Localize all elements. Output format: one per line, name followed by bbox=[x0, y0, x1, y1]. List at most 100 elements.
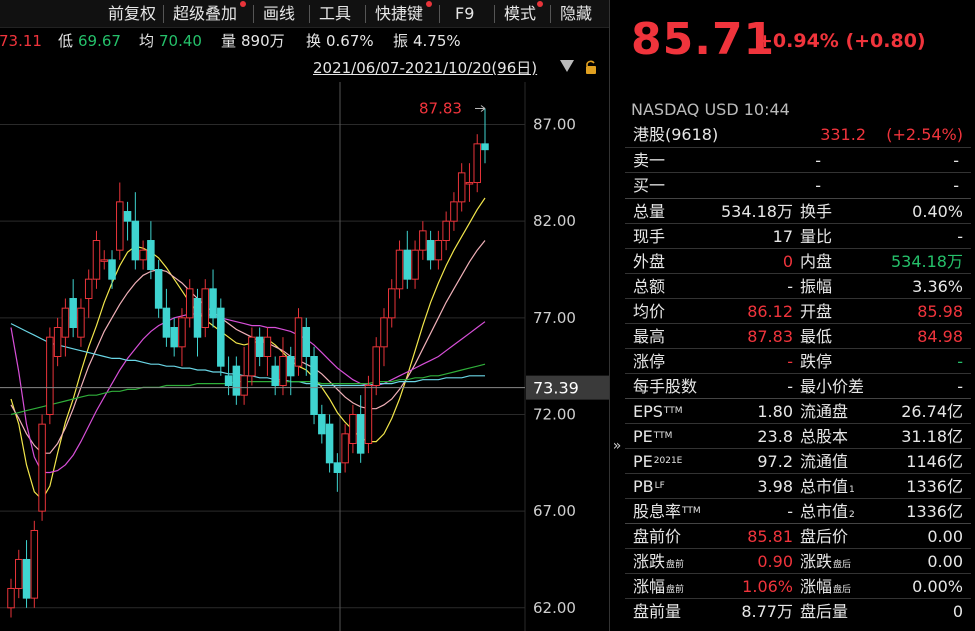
stat-label: PE2021E bbox=[633, 449, 682, 474]
stat-label: EPSTTM bbox=[633, 399, 683, 424]
quote-row: 总量 534.18万 换手 0.40% bbox=[625, 199, 971, 224]
stat-label: 涨停 bbox=[633, 349, 665, 374]
toolbar-mode-button[interactable]: 模式 bbox=[504, 1, 543, 25]
stat-label: PETTM bbox=[633, 424, 672, 449]
toolbar-hide-button[interactable]: 隐藏 bbox=[560, 3, 592, 25]
new-dot-icon bbox=[240, 1, 246, 7]
stat-value: - bbox=[787, 502, 793, 521]
stat-value: 534.18万 bbox=[721, 202, 793, 221]
collapse-arrow-icon[interactable]: » bbox=[610, 431, 624, 461]
candle-body bbox=[271, 365, 279, 386]
low-label: 低 bbox=[58, 32, 74, 50]
stat-label-text: 股息率 bbox=[633, 502, 682, 521]
hk-share-change: (+2.54%) bbox=[886, 125, 963, 144]
candle-body bbox=[22, 558, 31, 599]
label-sub: 2 bbox=[849, 510, 855, 520]
candlestick-chart[interactable]: 87.00 82.00 77.00 72.00 67.00 62.00 87.83 73.39 bbox=[0, 82, 609, 631]
stat-value: 0.00 bbox=[927, 552, 963, 571]
label-sub: 盘后 bbox=[833, 560, 852, 570]
stat-label-text: 涨跌 bbox=[633, 552, 666, 571]
toolbar-draw-line-button[interactable]: 画线 bbox=[263, 3, 295, 25]
candle-body bbox=[38, 423, 46, 512]
candle-body bbox=[356, 413, 365, 454]
candle-body bbox=[263, 336, 272, 358]
candle-body bbox=[333, 462, 342, 473]
stat-value: 0 bbox=[952, 602, 963, 621]
stat-label: 股息率TTM bbox=[633, 499, 701, 524]
stat-label-text: EPS bbox=[633, 402, 663, 421]
stat-label-text: 盘前价 bbox=[633, 527, 682, 546]
stat-label-text: 量比 bbox=[800, 227, 833, 246]
avg-value: 70.40 bbox=[159, 32, 202, 50]
date-range-selector[interactable]: 2021/06/07-2021/10/20(96日) bbox=[313, 57, 537, 78]
stat-label-text: 均价 bbox=[633, 302, 666, 321]
stat-label-text: 总市值 bbox=[800, 477, 849, 496]
quote-row: 总额 - 振幅 3.36% bbox=[625, 274, 971, 299]
stat-label-text: 最小价差 bbox=[800, 377, 865, 396]
quote-row: 现手 17 量比 - bbox=[625, 224, 971, 249]
candle-body bbox=[224, 375, 233, 386]
quote-row: 涨跌盘前 0.90 涨跌盘后 0.00 bbox=[625, 549, 971, 574]
candle-body bbox=[154, 269, 163, 309]
candle-body bbox=[349, 413, 357, 444]
lock-icon[interactable] bbox=[584, 60, 598, 74]
candle-body bbox=[131, 220, 140, 261]
candle-body bbox=[364, 384, 373, 444]
candle-info-bar: 73.11 低 69.67 均 70.40 量 890万 换 0.67% 振 4… bbox=[0, 28, 609, 54]
stat-label-text: 涨幅 bbox=[800, 577, 833, 596]
candle-body bbox=[77, 307, 85, 338]
hk-share-price: 331.2 bbox=[820, 125, 866, 144]
toolbar-separator bbox=[365, 5, 366, 23]
buy1-price: - bbox=[815, 176, 821, 195]
label-sub: 盘前 bbox=[666, 585, 685, 595]
toolbar-restore-rights-button[interactable]: 前复权 bbox=[108, 3, 156, 25]
candle-body bbox=[457, 172, 466, 203]
stat-label-text: 最高 bbox=[633, 327, 666, 346]
toolbar-super-overlay-button[interactable]: 超级叠加 bbox=[173, 1, 246, 25]
toolbar-separator bbox=[309, 5, 310, 23]
stat-value: 0 bbox=[782, 252, 793, 271]
low-value: 69.67 bbox=[78, 32, 121, 50]
candle-body bbox=[426, 240, 435, 261]
candle-body bbox=[100, 259, 108, 262]
label-sub: 2021E bbox=[653, 456, 683, 466]
volume-value: 890万 bbox=[241, 32, 285, 50]
stat-label: 现手 bbox=[633, 224, 665, 249]
toolbar-separator bbox=[163, 5, 164, 23]
label-sub: LF bbox=[654, 481, 665, 491]
candle-body bbox=[30, 529, 39, 599]
candle-body bbox=[380, 317, 388, 348]
stat-label-text: PB bbox=[633, 477, 654, 496]
toolbar-shortcuts-button[interactable]: 快捷键 bbox=[375, 1, 432, 25]
volume-label: 量 bbox=[221, 32, 237, 50]
turnover-label: 换 bbox=[306, 32, 322, 50]
stat-value: 17 bbox=[772, 227, 793, 246]
candle-body bbox=[434, 240, 443, 261]
candle-body bbox=[232, 365, 241, 396]
candle-body bbox=[170, 327, 178, 348]
stat-value: 0.40% bbox=[912, 202, 963, 221]
stat-label-text: 开盘 bbox=[800, 302, 833, 321]
stat-label: 流通盘 bbox=[800, 399, 848, 424]
candle-body bbox=[395, 249, 404, 290]
candle-body bbox=[116, 201, 124, 251]
stat-value: - bbox=[957, 227, 963, 246]
sell1-price: - bbox=[815, 151, 821, 170]
stat-value: 1.06% bbox=[742, 577, 793, 596]
y-tick-label: 82.00 bbox=[533, 212, 576, 230]
toolbar-f9-button[interactable]: F9 bbox=[455, 3, 474, 25]
max-price-label: 87.83 bbox=[419, 99, 462, 117]
candle-body bbox=[240, 375, 248, 396]
sell1-label: 卖一 bbox=[633, 151, 666, 170]
dropdown-arrow-icon[interactable] bbox=[560, 60, 574, 72]
stat-value: 534.18万 bbox=[891, 252, 963, 271]
stat-label-text: 内盘 bbox=[800, 252, 833, 271]
hk-share-row[interactable]: 港股(9618) 331.2 (+2.54%) bbox=[625, 122, 971, 147]
label-sub: 1 bbox=[849, 485, 855, 495]
quote-row: 盘前价 85.81 盘后价 0.00 bbox=[625, 524, 971, 549]
stat-value: 3.98 bbox=[757, 477, 793, 496]
toolbar-tools-button[interactable]: 工具 bbox=[319, 3, 351, 25]
candle-body bbox=[403, 249, 412, 280]
candle-body bbox=[193, 298, 202, 338]
buy1-volume: - bbox=[953, 176, 959, 195]
